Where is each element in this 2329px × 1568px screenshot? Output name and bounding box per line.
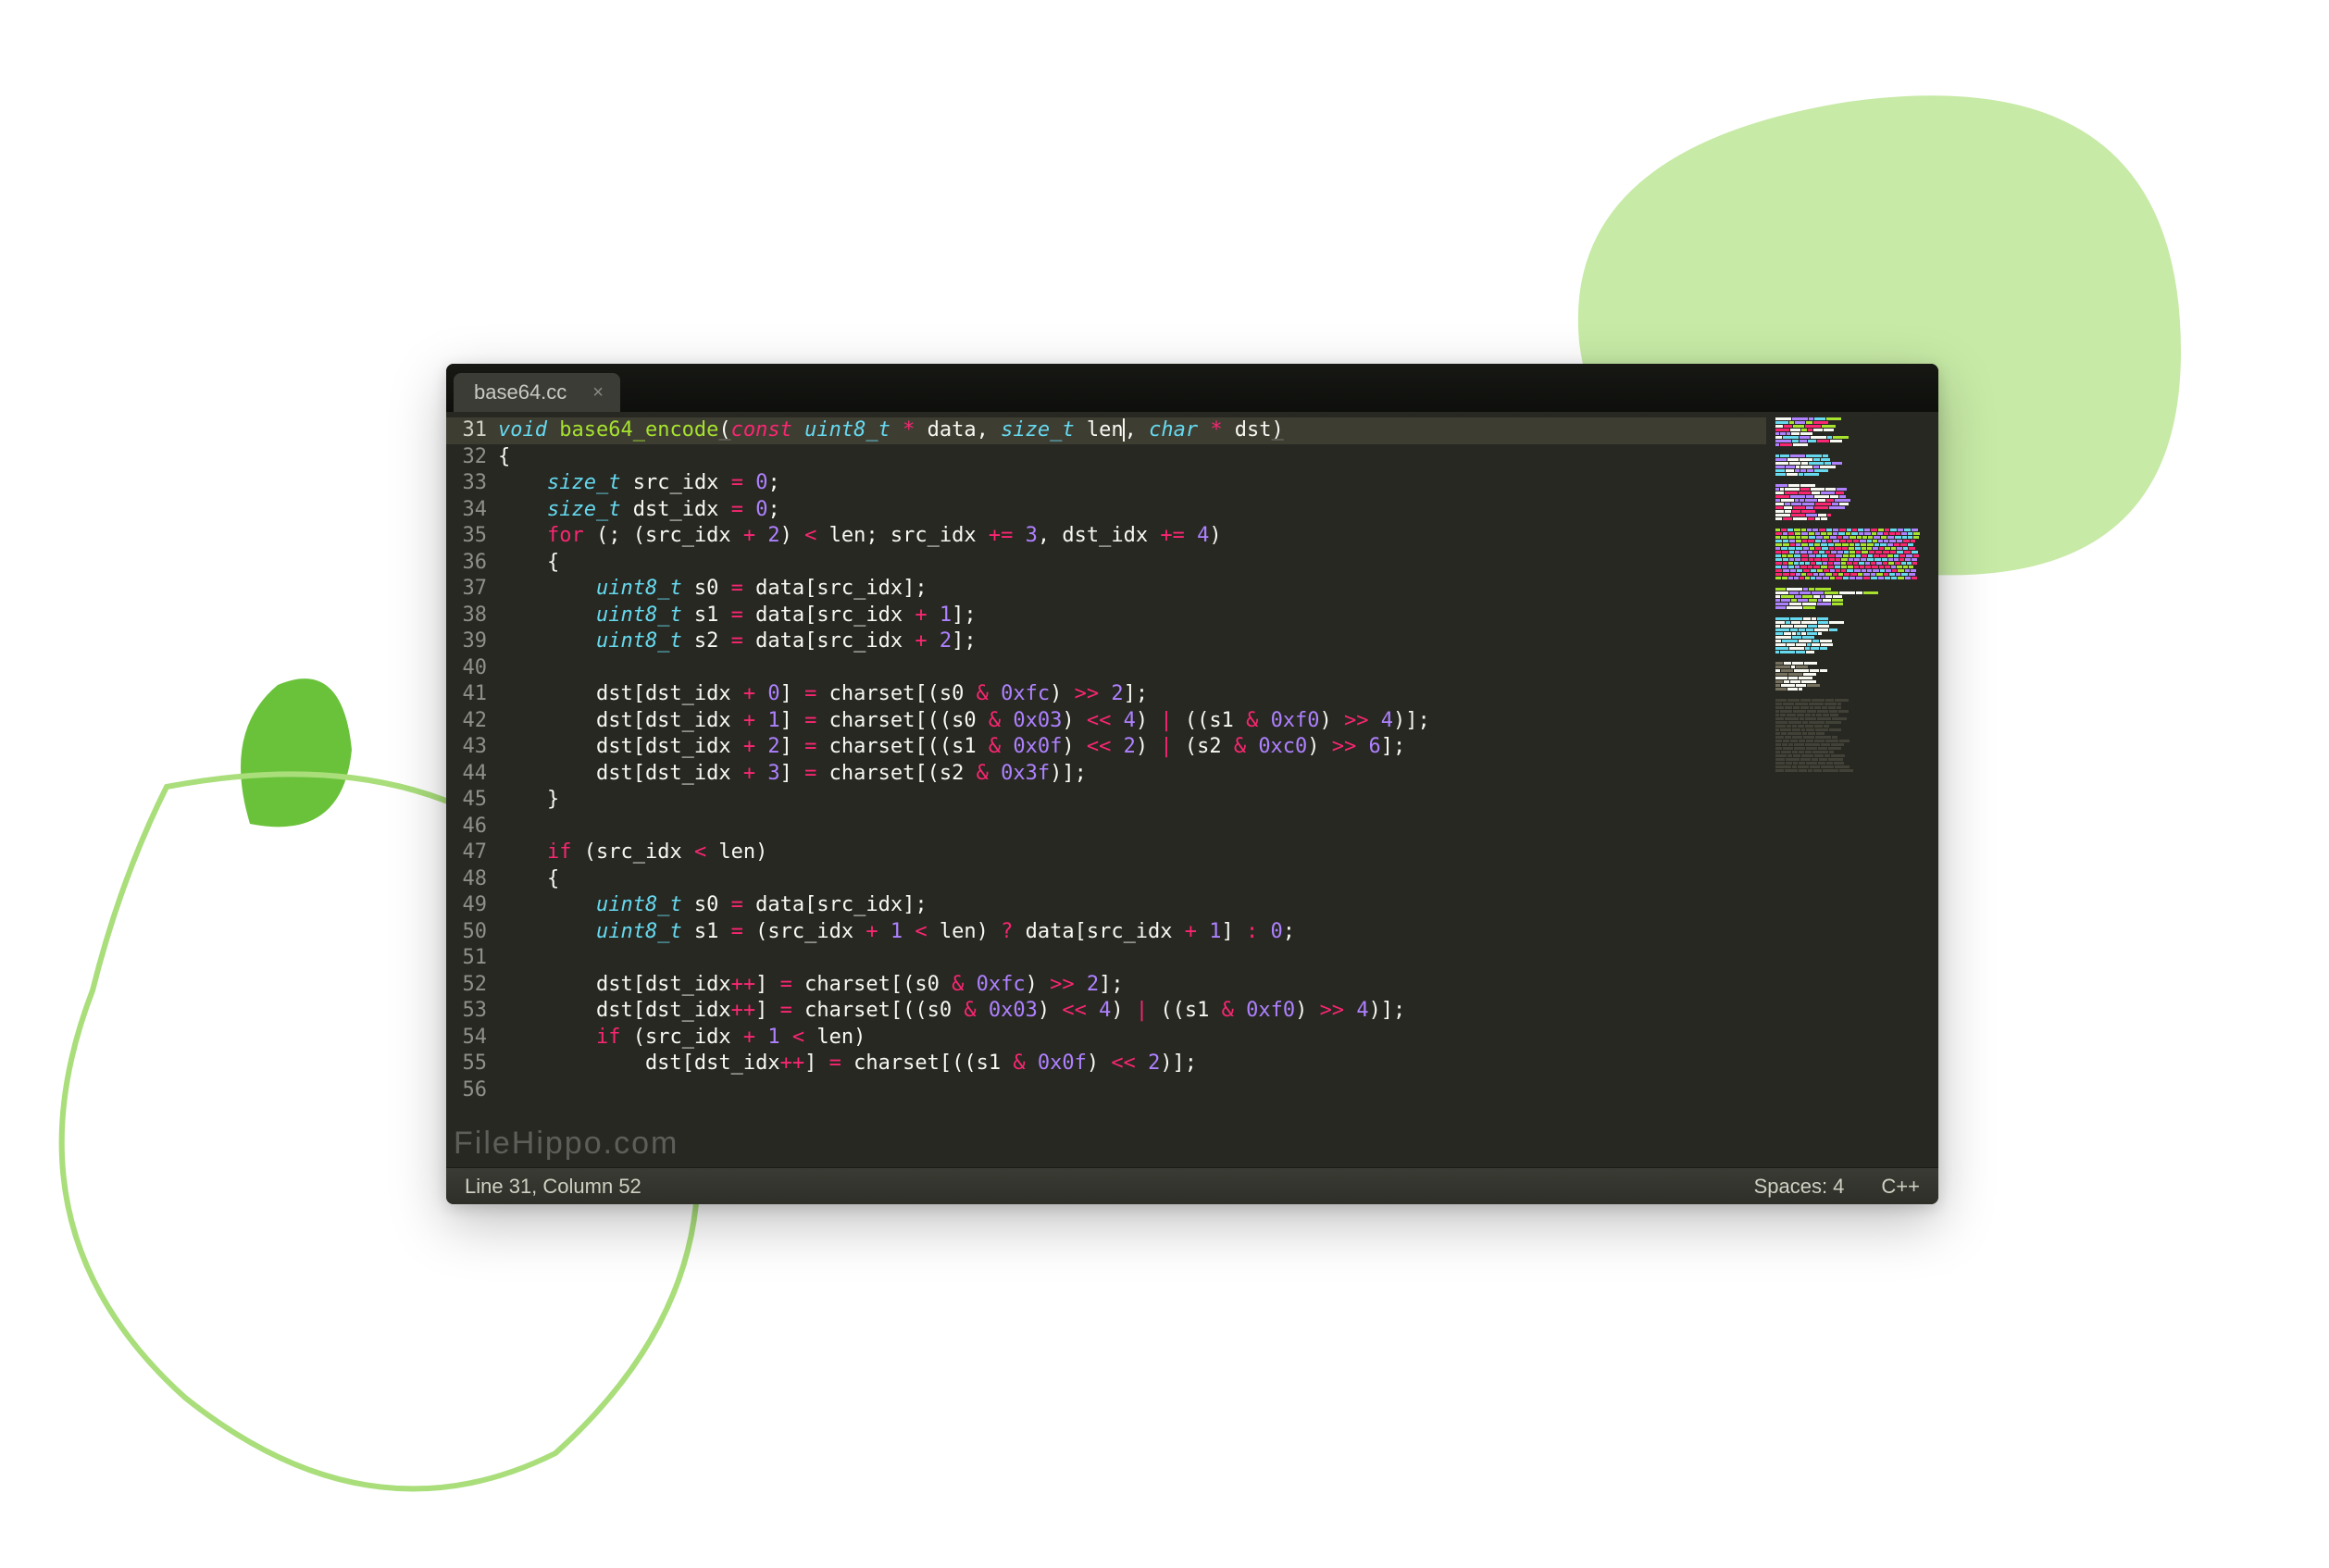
line-number: 42 xyxy=(446,708,487,735)
code-line[interactable]: dst[dst_idx++] = charset[((s1 & 0x0f) <<… xyxy=(498,1051,1766,1077)
line-number: 45 xyxy=(446,787,487,814)
line-number: 53 xyxy=(446,998,487,1025)
line-number: 35 xyxy=(446,523,487,550)
line-number: 31 xyxy=(446,417,498,444)
line-number: 47 xyxy=(446,840,487,866)
editor-body: 3132333435363738394041424344454647484950… xyxy=(446,412,1938,1167)
code-line[interactable]: uint8_t s1 = data[src_idx + 1]; xyxy=(498,603,1766,629)
code-line[interactable]: dst[dst_idx + 1] = charset[((s0 & 0x03) … xyxy=(498,708,1766,735)
editor-window: base64.cc × 3132333435363738394041424344… xyxy=(446,364,1938,1204)
code-line[interactable]: dst[dst_idx + 2] = charset[((s1 & 0x0f) … xyxy=(498,734,1766,761)
line-number: 56 xyxy=(446,1077,487,1104)
line-number: 50 xyxy=(446,919,487,946)
line-number: 55 xyxy=(446,1051,487,1077)
line-number: 51 xyxy=(446,945,487,972)
status-cursor-position[interactable]: Line 31, Column 52 xyxy=(465,1175,641,1198)
code-line[interactable]: uint8_t s2 = data[src_idx + 2]; xyxy=(498,628,1766,655)
line-number: 36 xyxy=(446,550,487,577)
code-line[interactable]: } xyxy=(498,787,1766,814)
code-line[interactable]: dst[dst_idx + 3] = charset[(s2 & 0x3f)]; xyxy=(498,761,1766,788)
line-number: 43 xyxy=(446,734,487,761)
code-line[interactable]: for (; (src_idx + 2) < len; src_idx += 3… xyxy=(498,523,1766,550)
tab-title: base64.cc xyxy=(474,380,567,404)
tab-bar: base64.cc × xyxy=(446,364,1938,412)
line-number: 41 xyxy=(446,681,487,708)
line-number: 38 xyxy=(446,603,487,629)
line-number: 46 xyxy=(446,814,487,840)
status-indentation[interactable]: Spaces: 4 xyxy=(1754,1175,1845,1199)
code-area[interactable]: 3132333435363738394041424344454647484950… xyxy=(446,412,1766,1167)
line-number: 49 xyxy=(446,892,487,919)
code-line[interactable]: { xyxy=(498,866,1766,893)
code-line[interactable]: dst[dst_idx++] = charset[(s0 & 0xfc) >> … xyxy=(498,972,1766,999)
line-number: 54 xyxy=(446,1025,487,1052)
code-line[interactable] xyxy=(498,945,1766,972)
line-number: 34 xyxy=(446,497,487,524)
code-content[interactable]: void base64_encode(const uint8_t * data,… xyxy=(498,417,1766,1167)
code-line[interactable]: size_t dst_idx = 0; xyxy=(498,497,1766,524)
code-line[interactable]: uint8_t s0 = data[src_idx]; xyxy=(498,892,1766,919)
code-line[interactable]: dst[dst_idx++] = charset[((s0 & 0x03) <<… xyxy=(498,998,1766,1025)
tab-base64[interactable]: base64.cc × xyxy=(454,373,620,412)
code-line[interactable]: if (src_idx + 1 < len) xyxy=(498,1025,1766,1052)
code-line[interactable]: { xyxy=(498,550,1766,577)
line-number: 32 xyxy=(446,444,487,471)
line-number: 44 xyxy=(446,761,487,788)
close-icon[interactable]: × xyxy=(592,383,604,402)
line-number: 40 xyxy=(446,655,487,682)
line-number: 52 xyxy=(446,972,487,999)
code-line[interactable]: uint8_t s1 = (src_idx + 1 < len) ? data[… xyxy=(498,919,1766,946)
code-line[interactable]: size_t src_idx = 0; xyxy=(498,470,1766,497)
line-number: 48 xyxy=(446,866,487,893)
code-line[interactable] xyxy=(498,814,1766,840)
code-line[interactable]: void base64_encode(const uint8_t * data,… xyxy=(498,417,1766,444)
code-line[interactable]: if (src_idx < len) xyxy=(498,840,1766,866)
code-line[interactable]: { xyxy=(498,444,1766,471)
line-number: 39 xyxy=(446,628,487,655)
status-syntax[interactable]: C++ xyxy=(1881,1175,1920,1199)
code-line[interactable] xyxy=(498,655,1766,682)
status-bar: Line 31, Column 52 Spaces: 4 C++ xyxy=(446,1167,1938,1204)
minimap[interactable] xyxy=(1766,412,1938,1167)
code-line[interactable] xyxy=(498,1077,1766,1104)
line-number-gutter: 3132333435363738394041424344454647484950… xyxy=(446,417,498,1167)
line-number: 33 xyxy=(446,470,487,497)
code-line[interactable]: dst[dst_idx + 0] = charset[(s0 & 0xfc) >… xyxy=(498,681,1766,708)
line-number: 37 xyxy=(446,576,487,603)
code-line[interactable]: uint8_t s0 = data[src_idx]; xyxy=(498,576,1766,603)
